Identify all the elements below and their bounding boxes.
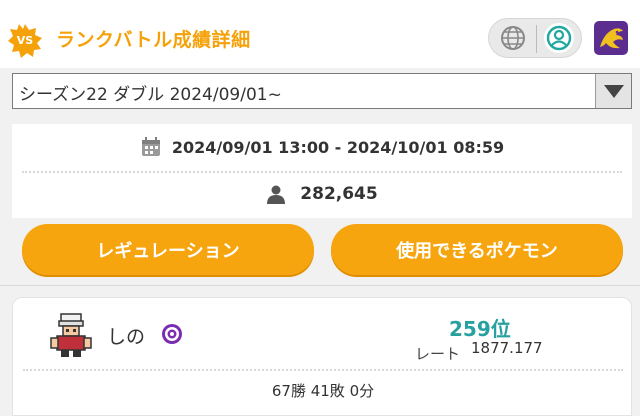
page-title: ランクバトル成績詳細 [56,29,251,51]
rate-value: 1877.177 [471,339,543,357]
season-info-card: 2024/09/01 13:00 - 2024/10/01 08:59 282,… [12,124,632,218]
view-toggle[interactable] [488,18,582,58]
usable-pokemon-button[interactable]: 使用できるポケモン [331,224,623,275]
vs-badge: VS [8,24,42,58]
trainer-avatar[interactable] [594,21,628,55]
participants-row: 282,645 [12,181,632,207]
calendar-icon [141,137,160,156]
trainer-sprite [50,313,92,357]
season-period-row: 2024/09/01 13:00 - 2024/10/01 08:59 [12,134,632,160]
dragon-emblem-icon [600,28,623,49]
player-name: しの [107,326,146,348]
select-arrow[interactable] [595,74,631,108]
vs-label: VS [16,34,34,47]
regulation-button[interactable]: レギュレーション [22,224,314,275]
my-account-button[interactable] [540,22,578,54]
section-divider [0,285,640,286]
win-loss-record: 67勝 41敗 0分 [271,382,375,400]
user-circle-icon [546,25,572,51]
globe-icon [501,26,525,50]
dotted-divider [22,171,622,173]
player-rank: 259位 [449,317,511,341]
player-ranking-card[interactable]: しの 259位 レート 1877.177 67勝 41敗 0分 [12,297,632,416]
poke-ball-icon [162,324,182,344]
season-select-value: シーズン22 ダブル 2024/09/01~ [19,85,282,105]
globe-button[interactable] [493,22,533,54]
rate-label: レート [415,345,461,363]
triangle-down-icon [603,85,624,98]
toggle-divider [536,25,537,53]
season-period: 2024/09/01 13:00 - 2024/10/01 08:59 [171,137,505,157]
dotted-divider [23,369,623,371]
person-icon [267,185,286,204]
header-bar: VS ランクバトル成績詳細 [0,0,640,68]
season-select[interactable]: シーズン22 ダブル 2024/09/01~ [12,73,632,109]
participant-count: 282,645 [300,184,378,204]
